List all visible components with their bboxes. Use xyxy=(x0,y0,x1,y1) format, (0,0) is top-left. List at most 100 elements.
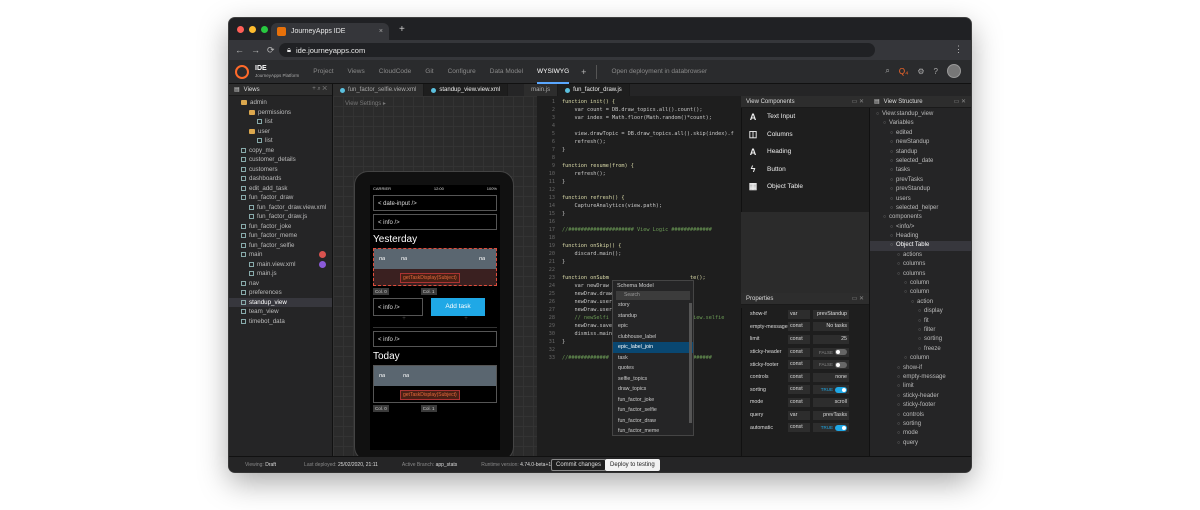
col-1-label[interactable]: Col. 1 xyxy=(420,405,437,412)
schema-item[interactable]: selfie_topics xyxy=(613,374,693,385)
sidebar-item[interactable]: fun_factor_draw xyxy=(229,193,332,203)
nav-project[interactable]: Project xyxy=(313,60,333,84)
schema-item[interactable]: standup xyxy=(613,311,693,322)
schema-item[interactable]: epic_label_join xyxy=(613,342,693,353)
tab-standup-view-xml[interactable]: standup_view.view.xml xyxy=(424,84,509,96)
object-table-today[interactable]: na na getTaskDisplay(Subject) xyxy=(373,365,497,403)
sidebar-item[interactable]: copy_me xyxy=(229,146,332,156)
object-table-yesterday[interactable]: na na na getTaskDisplay(Subject) xyxy=(373,248,497,286)
schema-item[interactable]: clubhouse_label xyxy=(613,332,693,343)
search-icon[interactable]: ⌕ xyxy=(885,66,889,76)
browser-menu-icon[interactable]: ⋮ xyxy=(954,44,963,55)
code-line[interactable]: 12 xyxy=(537,186,734,194)
collapse-icon[interactable]: ▤ xyxy=(234,86,240,93)
property-value-input[interactable]: none xyxy=(813,372,849,382)
structure-node[interactable]: ○ prevStandup xyxy=(870,185,971,194)
date-input-component[interactable]: < date-input /> xyxy=(373,195,497,211)
maximize-window-button[interactable] xyxy=(261,26,268,33)
structure-node[interactable]: ○ freeze xyxy=(870,345,971,354)
code-line[interactable]: 22 xyxy=(537,266,734,274)
structure-node[interactable]: ○ column xyxy=(870,279,971,288)
property-type-select[interactable]: const xyxy=(788,423,810,433)
structure-node[interactable]: ○ query xyxy=(870,439,971,448)
structure-node[interactable]: ○ sorting xyxy=(870,335,971,344)
sidebar-item[interactable]: fun_factor_joke xyxy=(229,222,332,232)
nav-configure[interactable]: Configure xyxy=(448,60,476,84)
property-value-input[interactable]: prevStandup xyxy=(813,309,849,319)
reload-icon[interactable]: ⟳ xyxy=(267,45,275,56)
nav-git[interactable]: Git xyxy=(425,60,433,84)
code-line[interactable]: 21} xyxy=(537,258,734,266)
schema-search-input[interactable]: Search xyxy=(616,291,690,300)
structure-node[interactable]: ○ actions xyxy=(870,251,971,260)
code-line[interactable]: 17 //##################### View Logic ###… xyxy=(537,226,734,234)
property-type-select[interactable]: const xyxy=(788,385,810,395)
toggle-switch[interactable] xyxy=(835,424,847,431)
structure-node[interactable]: ○ filter xyxy=(870,326,971,335)
add-placeholder-icon[interactable]: + xyxy=(464,316,468,327)
tab-fun-factor-selfie-xml[interactable]: fun_factor_selfie.view.xml xyxy=(333,84,425,96)
code-line[interactable]: 11} xyxy=(537,178,734,186)
sidebar-item[interactable]: edit_add_task xyxy=(229,184,332,194)
schema-item[interactable]: quotes xyxy=(613,363,693,374)
col-0-label[interactable]: Col. 0 xyxy=(373,288,389,295)
nav-data-model[interactable]: Data Model xyxy=(490,60,523,84)
info-component[interactable]: < info /> xyxy=(373,331,497,347)
nav-views[interactable]: Views xyxy=(348,60,365,84)
structure-node[interactable]: ○ sorting xyxy=(870,420,971,429)
toggle-switch[interactable] xyxy=(835,386,847,393)
schema-item[interactable]: fun_factor_draw xyxy=(613,416,693,427)
panel-actions-icon[interactable]: ▭ ✕ xyxy=(954,98,966,105)
schema-item[interactable]: task xyxy=(613,353,693,364)
structure-node[interactable]: ○ column xyxy=(870,288,971,297)
info-component[interactable]: < info /> xyxy=(373,298,423,316)
code-line[interactable]: 1 function init() { xyxy=(537,98,734,106)
sidebar-item[interactable]: fun_factor_meme xyxy=(229,231,332,241)
code-line[interactable]: 15} xyxy=(537,210,734,218)
sidebar-item[interactable]: list xyxy=(229,136,332,146)
code-line[interactable]: 10 refresh(); xyxy=(537,170,734,178)
code-line[interactable]: 14 CaptureAnalytics(view.path); xyxy=(537,202,734,210)
avatar[interactable] xyxy=(947,64,961,78)
code-line[interactable]: 9 function resume(from) { xyxy=(537,162,734,170)
schema-item[interactable]: fun_factor_joke xyxy=(613,395,693,406)
structure-node[interactable]: ○ Object Table xyxy=(870,241,971,251)
property-type-select[interactable]: const xyxy=(788,372,810,382)
property-type-select[interactable]: const xyxy=(788,360,810,370)
code-line[interactable]: 20 discard.main(); xyxy=(537,250,734,258)
structure-node[interactable]: ○ newStandup xyxy=(870,138,971,147)
structure-node[interactable]: ○ columns xyxy=(870,270,971,279)
sidebar-item[interactable]: list xyxy=(229,117,332,127)
property-type-select[interactable]: const xyxy=(788,334,810,344)
sidebar-item[interactable]: preferences xyxy=(229,288,332,298)
code-line[interactable]: 7} xyxy=(537,146,734,154)
property-toggle[interactable]: TRUE xyxy=(813,385,849,395)
sidebar-item[interactable]: customer_details xyxy=(229,155,332,165)
deploy-to-testing-button[interactable]: Deploy to testing xyxy=(605,459,660,471)
tab-fun-factor-draw-js[interactable]: fun_factor_draw.js xyxy=(558,84,630,96)
structure-node[interactable]: ○ sticky-footer xyxy=(870,401,971,410)
property-type-select[interactable]: const xyxy=(788,397,810,407)
structure-node[interactable]: ○ Variables xyxy=(870,119,971,128)
structure-node[interactable]: ○ sticky-header xyxy=(870,392,971,401)
property-toggle[interactable]: TRUE xyxy=(813,423,849,433)
add-workspace-button[interactable]: + xyxy=(581,67,586,77)
component-text-input[interactable]: A Text Input xyxy=(742,108,869,126)
code-line[interactable]: 3 var index = Math.floor(Math.random()*c… xyxy=(537,114,734,122)
add-placeholder-icon[interactable]: + xyxy=(402,316,406,327)
sidebar-item[interactable]: team_view xyxy=(229,307,332,317)
heading-yesterday[interactable]: Yesterday xyxy=(373,234,497,245)
code-line[interactable]: 19 function onSkip() { xyxy=(537,242,734,250)
panel-actions-icon[interactable]: ▭ ✕ xyxy=(852,295,864,302)
structure-node[interactable]: ○ standup xyxy=(870,148,971,157)
address-bar[interactable]: 🔒︎ ide.journeyapps.com xyxy=(279,43,875,57)
schema-item[interactable]: draw_topics xyxy=(613,384,693,395)
code-line[interactable]: 5 view.drawTopic = DB.draw_topics.all().… xyxy=(537,130,734,138)
sidebar-item[interactable]: user xyxy=(229,127,332,137)
back-icon[interactable]: ← xyxy=(235,45,244,55)
property-type-select[interactable]: const xyxy=(788,322,810,332)
property-toggle[interactable]: FALSE xyxy=(813,347,849,357)
tab-close-icon[interactable]: × xyxy=(379,28,383,35)
property-type-select[interactable]: var xyxy=(788,309,810,319)
sidebar-item[interactable]: main xyxy=(229,250,332,260)
